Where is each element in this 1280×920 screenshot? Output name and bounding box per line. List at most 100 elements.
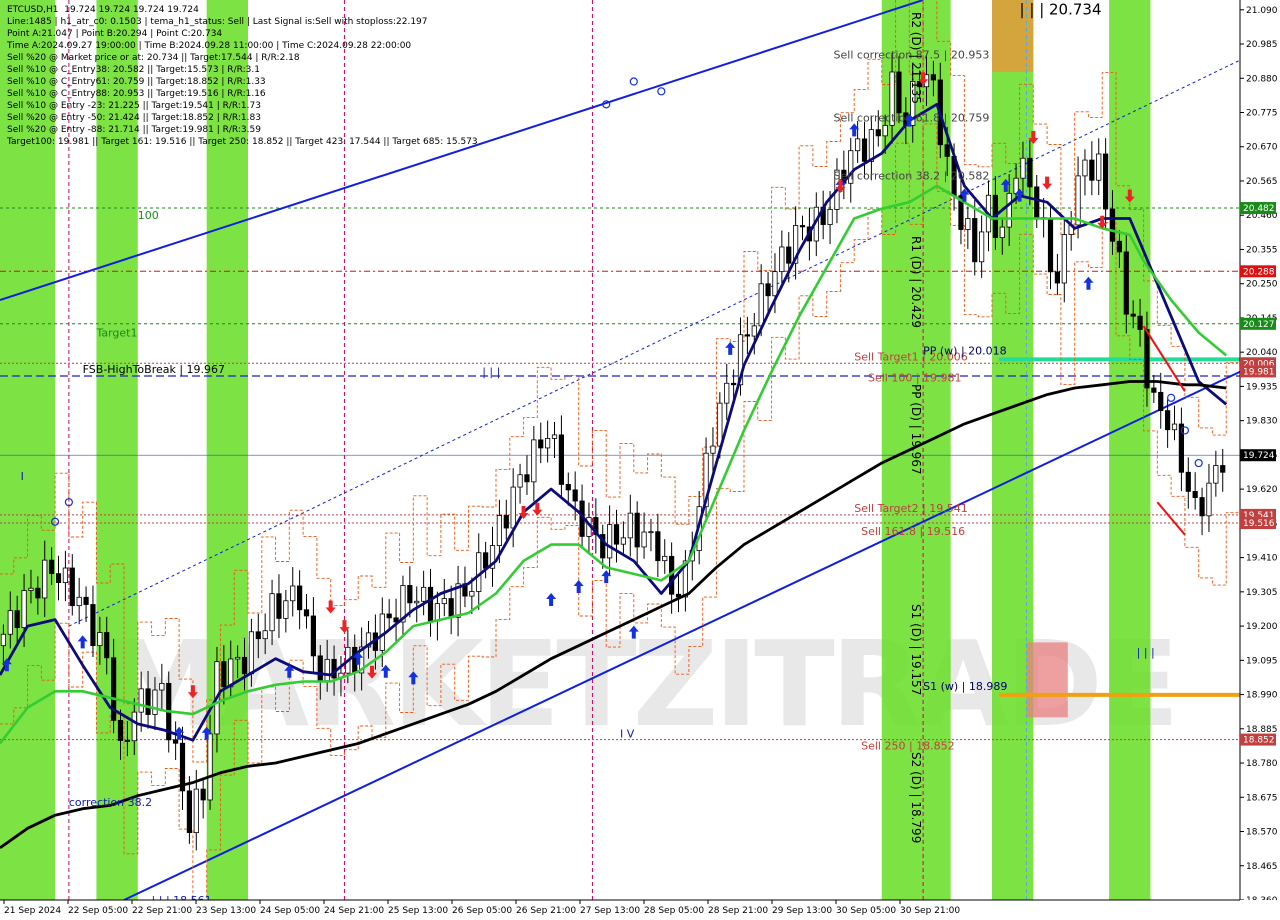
annotation-label: 100	[138, 209, 159, 222]
candle-body	[558, 434, 565, 485]
time-tick-label: 26 Sep 21:00	[516, 906, 576, 916]
level-label: PP (w) | 20.018	[923, 344, 1007, 357]
price-tick-label: 18.570	[1246, 828, 1278, 838]
candle-body	[255, 631, 261, 640]
candle-body	[21, 590, 27, 629]
candle-body	[1034, 186, 1040, 218]
candle-body	[641, 531, 647, 548]
time-tick-label: 30 Sep 21:00	[900, 906, 960, 916]
candle-body	[786, 246, 792, 264]
candle-body	[186, 790, 192, 834]
price-tick-label: 19.200	[1246, 622, 1278, 632]
candle-body	[386, 613, 392, 619]
price-badge-label: 19.516	[1243, 519, 1275, 529]
candle-body	[173, 739, 179, 744]
price-tick-label: 19.935	[1246, 382, 1278, 392]
candle-body	[724, 382, 730, 404]
daily-pivot-label: R2 (D) | 21.135	[909, 12, 923, 104]
candle-body	[944, 144, 950, 157]
candle-body	[1116, 240, 1122, 253]
candle-body	[496, 515, 503, 546]
green-zone	[992, 0, 1034, 900]
candle-body	[1192, 490, 1198, 498]
price-tick-label: 20.355	[1246, 245, 1278, 255]
level-label: Sell 100 | 19.981	[868, 371, 962, 384]
candle-body	[613, 524, 620, 545]
time-tick-label: 23 Sep 13:00	[196, 906, 256, 916]
price-tick-label: 18.675	[1246, 793, 1278, 803]
candle-body	[407, 585, 413, 604]
time-tick-label: 28 Sep 21:00	[708, 906, 768, 916]
annotation-label: I V	[620, 728, 635, 741]
annotation-label: | | |	[1137, 646, 1155, 659]
candle-body	[882, 124, 888, 137]
candle-body	[200, 788, 206, 801]
info-line: Point A:21.047 | Point B:20.294 | Point …	[7, 29, 223, 39]
candle-body	[483, 552, 489, 569]
info-line: Line:1485 | h1_atr_c0: 0.1503 | tema_h1_…	[7, 17, 428, 27]
candle-body	[710, 445, 716, 454]
info-line: Time A:2024.09.27 19:00:00 | Time B:2024…	[7, 41, 412, 51]
candle-body	[861, 138, 868, 162]
info-line: Sell %10 @ C_Entry88: 20.953 || Target:1…	[7, 89, 266, 99]
candle-body	[159, 682, 165, 691]
candle-body	[999, 226, 1005, 238]
candle-body	[228, 658, 234, 688]
candle-body	[875, 129, 881, 137]
candle-body	[145, 688, 151, 715]
candle-body	[1171, 423, 1178, 431]
candle-body	[448, 598, 454, 618]
candle-body	[1103, 153, 1109, 210]
price-badge-label: 19.724	[1243, 451, 1275, 461]
candle-body	[379, 613, 385, 651]
candle-body	[1123, 251, 1129, 315]
candle-body	[1220, 465, 1226, 473]
price-tick-label: 20.250	[1246, 280, 1278, 290]
candle-body	[0, 633, 7, 647]
time-tick-label: 24 Sep 21:00	[324, 906, 384, 916]
candle-body	[1061, 234, 1067, 284]
candle-body	[779, 246, 785, 273]
info-panel: ETCUSD,H1 19.724 19.724 19.724 19.724 Lin…	[7, 4, 478, 148]
info-line: Sell %10 @ C_Entry38: 20.582 || Target:1…	[7, 65, 260, 75]
candle-body	[469, 591, 475, 597]
candle-body	[662, 555, 668, 562]
price-badge-label: 20.288	[1243, 267, 1275, 277]
time-tick-label: 29 Sep 13:00	[772, 906, 832, 916]
candle-body	[427, 586, 434, 622]
candle-body	[324, 658, 330, 682]
candle-body	[855, 138, 861, 152]
candle-body	[90, 604, 96, 647]
candle-body	[297, 585, 303, 611]
candle-body	[117, 719, 124, 741]
candle-body	[1109, 208, 1116, 242]
candle-body	[276, 593, 282, 619]
candle-body	[414, 600, 420, 604]
candle-body	[1006, 192, 1012, 228]
time-tick-label: 22 Sep 05:00	[68, 906, 128, 916]
annotation-label: | | |	[482, 366, 500, 379]
time-tick-label: 26 Sep 05:00	[452, 906, 512, 916]
price-tick-label: 20.040	[1246, 348, 1278, 358]
level-label: Sell 161.8 | 19.516	[861, 525, 965, 538]
time-tick-label: 24 Sep 05:00	[260, 906, 320, 916]
candle-body	[648, 531, 654, 534]
candle-body	[421, 586, 427, 602]
candle-body	[607, 524, 613, 559]
price-tick-label: 19.095	[1246, 656, 1278, 666]
price-tick-label: 19.305	[1246, 588, 1278, 598]
annotation-label: I	[21, 470, 24, 483]
candle-body	[55, 573, 62, 584]
candle-body	[83, 596, 89, 605]
price-tick-label: 20.670	[1246, 143, 1278, 153]
candle-body	[97, 632, 103, 647]
candle-body	[503, 515, 509, 529]
candle-body	[572, 489, 578, 502]
candle-body	[1165, 410, 1171, 431]
candle-body	[131, 711, 137, 742]
candle-body	[62, 567, 69, 584]
candle-body	[551, 434, 558, 439]
candle-body	[434, 603, 441, 622]
price-tick-label: 20.565	[1246, 177, 1278, 187]
candle-body	[531, 439, 537, 483]
